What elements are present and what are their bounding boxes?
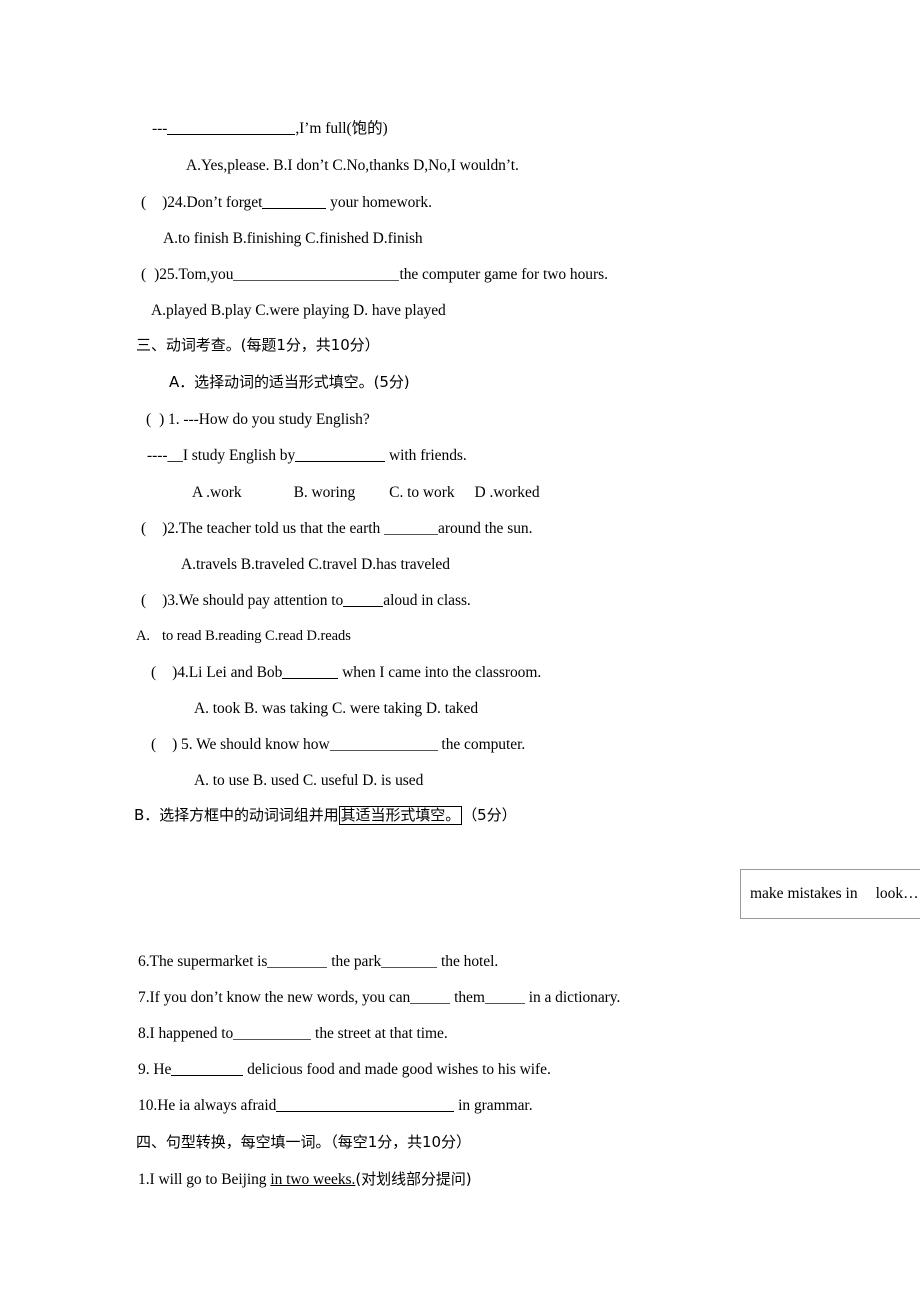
verb-question-3-blank [343, 594, 384, 607]
question-23-options: A.Yes,please. B.I don’t C.No,thanks D,No… [186, 157, 519, 174]
verb-question-1-answer-lead: ----__I study English by [147, 447, 296, 464]
word-bank-item-1: make mistakes in [750, 885, 858, 902]
question-24-tail: your homework. [326, 194, 432, 211]
verb-question-5-prompt: ) 5. We should know how [172, 736, 330, 753]
verb-question-1-stem: ( ) 1. ---How do you study English? [146, 410, 370, 429]
transform-question-1: 1.I will go to Beijing in two weeks.(对划线… [138, 1170, 472, 1189]
verb-question-4-blank [282, 666, 339, 679]
verb-question-4-options: A. took B. was taking C. were taking D. … [194, 700, 479, 717]
fill-question-6-mid: the park [327, 953, 382, 970]
fill-question-8-tail: the street at that time. [311, 1025, 448, 1042]
fill-question-8-blank [233, 1027, 312, 1040]
fill-question-9-blank [171, 1063, 244, 1076]
part-b-heading-suffix: （5分） [462, 806, 517, 824]
fill-question-6-lead: 6.The supermarket is [138, 953, 268, 970]
fill-question-7-blank-1 [410, 991, 451, 1004]
verb-question-2-options: A.travels B.traveled C.travel D.has trav… [181, 556, 450, 573]
verb-question-1-option-c: C. to work [389, 484, 455, 501]
verb-question-1-option-d: D .worked [474, 484, 540, 501]
worksheet-page: --- ,I’m full(饱的) A.Yes,please. B.I don’t… [0, 0, 920, 1302]
fill-question-6-blank-1 [267, 955, 328, 968]
transform-question-1-instruction: (对划线部分提问) [355, 1170, 472, 1188]
verb-question-3-option-letter: A. [136, 628, 150, 644]
question-23-stem-suffix: ,I’m full(饱的) [295, 120, 388, 137]
word-bank-item-2: look… [875, 885, 919, 902]
fill-question-10-tail: in grammar. [454, 1097, 533, 1114]
verb-question-3-options: A. to read B.reading C.read D.reads [136, 627, 351, 646]
verb-question-1-options: A .work B. woring C. to work D .worked [192, 483, 540, 502]
question-25-number: )25.Tom,you [154, 266, 234, 283]
fill-question-7-blank-2 [484, 991, 525, 1004]
fill-question-7-mid: them [450, 989, 485, 1006]
part-b-boxed-phrase: 其适当形式填空。 [338, 806, 463, 825]
verb-question-5-tail: the computer. [437, 736, 526, 753]
verb-question-2-prompt: )2.The teacher told us that the earth [162, 520, 385, 537]
section-four-heading: 四、句型转换，每空填一词。（每空1分，共10分） [136, 1133, 471, 1151]
verb-question-2-stem: ( )2.The teacher told us that the earth a… [141, 519, 532, 538]
fill-question-7-tail: in a dictionary. [524, 989, 621, 1006]
question-25-options: A.played B.play C.were playing D. have p… [151, 302, 446, 319]
fill-question-9: 9. He delicious food and made good wishe… [138, 1060, 551, 1079]
fill-question-7-lead: 7.If you don’t know the new words, you c… [138, 989, 411, 1006]
verb-question-2-tail: around the sun. [438, 520, 533, 537]
verb-question-3-stem: ( )3.We should pay attention to aloud in c… [141, 591, 471, 610]
verb-question-1-answer-line: ----__I study English by with friends. [147, 446, 467, 465]
verb-question-2-answer-paren[interactable]: ( [141, 520, 146, 537]
section-three-heading: 三、动词考查。(每题1分，共10分） [136, 336, 380, 354]
transform-question-1-lead: 1.I will go to Beijing [138, 1171, 271, 1188]
word-bank-box: make mistakes in look… [740, 869, 920, 919]
verb-question-5-stem: ( ) 5. We should know how the computer. [151, 735, 525, 754]
question-25-blank [233, 268, 400, 281]
question-24-stem: ( )24.Don’t forget your homework. [141, 193, 432, 212]
question-23-stem-prefix: --- [152, 120, 168, 137]
fill-question-10: 10.He ia always afraid in grammar. [138, 1096, 533, 1115]
verb-question-1-blank [295, 449, 386, 462]
fill-question-6-blank-2 [381, 955, 438, 968]
verb-question-4-stem: ( )4.Li Lei and Bob when I came into the … [151, 663, 541, 682]
verb-question-4-tail: when I came into the classroom. [338, 664, 542, 681]
verb-question-3-tail: aloud in class. [383, 592, 471, 609]
section-three-part-a-heading: A．选择动词的适当形式填空。(5分) [169, 373, 410, 391]
verb-question-5-blank [329, 738, 438, 751]
question-24-answer-paren[interactable]: ( [141, 194, 146, 211]
fill-question-8: 8.I happened to the street at that time. [138, 1024, 448, 1043]
verb-question-5-answer-paren[interactable]: ( [151, 736, 156, 753]
fill-question-10-lead: 10.He ia always afraid [138, 1097, 277, 1114]
section-three-part-b-heading: B．选择方框中的动词词组并用 其适当形式填空。 （5分） [134, 806, 517, 825]
fill-question-9-lead: 9. He [138, 1061, 172, 1078]
verb-question-2-blank [384, 522, 439, 535]
verb-question-4-answer-paren[interactable]: ( [151, 664, 156, 681]
question-24-options: A.to finish B.finishing C.finished D.fin… [163, 230, 423, 247]
verb-question-1-answer-paren[interactable]: ( [146, 411, 151, 428]
verb-question-3-prompt: )3.We should pay attention to [162, 592, 344, 609]
part-b-heading-prefix: B．选择方框中的动词词组并用 [134, 806, 339, 824]
fill-question-6: 6.The supermarket is the park the hotel. [138, 952, 498, 971]
verb-question-1-option-b: B. woring [293, 484, 356, 501]
fill-question-7: 7.If you don’t know the new words, you c… [138, 988, 620, 1007]
verb-question-3-options-rest: to read B.reading C.read D.reads [162, 628, 351, 644]
fill-question-8-lead: 8.I happened to [138, 1025, 234, 1042]
question-25-answer-paren[interactable]: ( [141, 266, 146, 283]
fill-question-6-tail: the hotel. [437, 953, 499, 970]
question-24-number: )24.Don’t forget [162, 194, 263, 211]
fill-question-10-blank [276, 1099, 455, 1112]
question-25-tail: the computer game for two hours. [399, 266, 608, 283]
question-25-stem: ( )25.Tom,you the computer game for two ho… [141, 265, 608, 284]
verb-question-4-prompt: )4.Li Lei and Bob [172, 664, 283, 681]
question-23-stem: --- ,I’m full(饱的) [152, 119, 388, 138]
verb-question-1-option-a: A .work [192, 484, 242, 501]
verb-question-3-answer-paren[interactable]: ( [141, 592, 146, 609]
fill-question-9-tail: delicious food and made good wishes to h… [243, 1061, 551, 1078]
verb-question-5-options: A. to use B. used C. useful D. is used [194, 772, 424, 789]
verb-question-1-answer-tail: with friends. [385, 447, 467, 464]
question-24-blank [262, 196, 327, 209]
transform-question-1-underlined-part: in two weeks. [270, 1171, 356, 1188]
question-23-blank [167, 122, 296, 135]
verb-question-1-prompt: ) 1. ---How do you study English? [159, 411, 370, 428]
